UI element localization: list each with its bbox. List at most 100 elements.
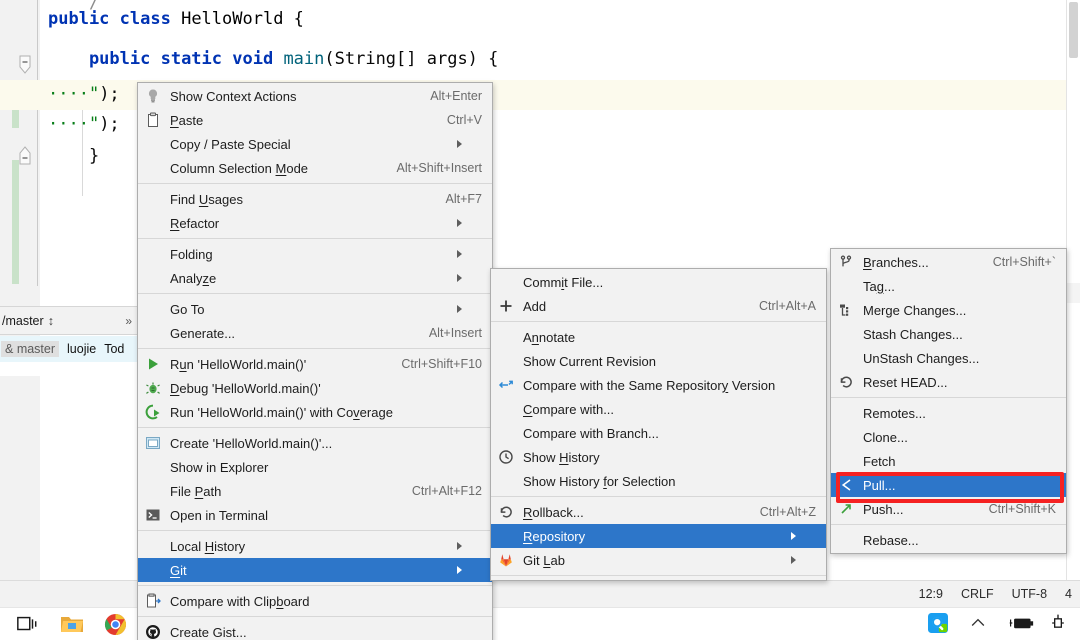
repository-menu-item-fetch[interactable]: Fetch bbox=[831, 449, 1066, 473]
chevron-right-icon bbox=[457, 274, 482, 282]
git-menu-item-annotate[interactable]: Annotate bbox=[491, 325, 826, 349]
context-menu-item-open-in-terminal[interactable]: Open in Terminal bbox=[138, 503, 492, 527]
context-menu-item-refactor[interactable]: Refactor bbox=[138, 211, 492, 235]
git-menu-item-compare-with[interactable]: Compare with... bbox=[491, 397, 826, 421]
context-menu-item-column-selection-mode[interactable]: Column Selection ModeAlt+Shift+Insert bbox=[138, 156, 492, 180]
fold-guide-line bbox=[37, 0, 38, 286]
menu-item-label: Debug 'HelloWorld.main()' bbox=[170, 381, 321, 396]
context-menu-item-folding[interactable]: Folding bbox=[138, 242, 492, 266]
qq-icon[interactable] bbox=[928, 613, 950, 635]
repository-menu-item-stash-changes[interactable]: Stash Changes... bbox=[831, 322, 1066, 346]
marker-strip-divider bbox=[1066, 283, 1080, 303]
context-menu-item-generate[interactable]: Generate...Alt+Insert bbox=[138, 321, 492, 345]
git-menu-item-git-lab[interactable]: Git Lab bbox=[491, 548, 826, 572]
editor-context-menu[interactable]: Show Context ActionsAlt+EnterPasteCtrl+V… bbox=[137, 82, 493, 640]
menu-separator bbox=[138, 530, 492, 531]
context-menu-item-git[interactable]: Git bbox=[138, 558, 492, 582]
menu-item-label: Copy / Paste Special bbox=[170, 137, 291, 152]
repository-menu-item-remotes[interactable]: Remotes... bbox=[831, 401, 1066, 425]
menu-separator bbox=[138, 293, 492, 294]
git-menu-item-repository[interactable]: Repository bbox=[491, 524, 826, 548]
context-menu-item-go-to[interactable]: Go To bbox=[138, 297, 492, 321]
repository-submenu[interactable]: Branches...Ctrl+Shift+`Tag...Merge Chang… bbox=[830, 248, 1067, 554]
context-menu-item-create-helloworld-main[interactable]: Create 'HelloWorld.main()'... bbox=[138, 431, 492, 455]
terminal-icon bbox=[145, 507, 161, 523]
vcs-annotate-row[interactable]: & master luojie Tod bbox=[0, 336, 137, 362]
menu-item-label: Run 'HelloWorld.main()' with Coverage bbox=[170, 405, 393, 420]
plus-icon bbox=[498, 298, 514, 314]
git-submenu[interactable]: Commit File...AddCtrl+Alt+AAnnotateShow … bbox=[490, 268, 827, 581]
line-separator[interactable]: CRLF bbox=[961, 587, 994, 601]
menu-item-label: Folding bbox=[170, 247, 213, 262]
repository-menu-item-unstash-changes[interactable]: UnStash Changes... bbox=[831, 346, 1066, 370]
vcs-branch-widget[interactable]: /master ↕ » bbox=[0, 306, 137, 335]
rollback-icon bbox=[498, 504, 514, 520]
file-explorer-icon[interactable] bbox=[60, 613, 82, 635]
fold-collapse-icon[interactable] bbox=[17, 55, 35, 73]
repository-menu-item-clone[interactable]: Clone... bbox=[831, 425, 1066, 449]
repository-menu-item-branches[interactable]: Branches...Ctrl+Shift+` bbox=[831, 250, 1066, 274]
context-menu-item-debug-helloworld-main[interactable]: Debug 'HelloWorld.main()' bbox=[138, 376, 492, 400]
context-menu-item-find-usages[interactable]: Find UsagesAlt+F7 bbox=[138, 187, 492, 211]
chrome-icon[interactable] bbox=[104, 613, 126, 635]
caret-position[interactable]: 12:9 bbox=[919, 587, 943, 601]
git-menu-item-commit-file[interactable]: Commit File... bbox=[491, 270, 826, 294]
editor-scrollbar-thumb[interactable] bbox=[1069, 2, 1078, 58]
menu-separator bbox=[138, 238, 492, 239]
context-menu-item-create-gist[interactable]: Create Gist... bbox=[138, 620, 492, 640]
gutter-change-marker[interactable] bbox=[12, 160, 19, 284]
fold-expand-icon[interactable] bbox=[17, 146, 35, 164]
git-menu-item-show-history-for-selection[interactable]: Show History for Selection bbox=[491, 469, 826, 493]
context-menu-item-run-helloworld-main[interactable]: Run 'HelloWorld.main()'Ctrl+Shift+F10 bbox=[138, 352, 492, 376]
menu-item-label: Show History bbox=[523, 450, 600, 465]
menu-separator bbox=[491, 575, 826, 576]
repository-menu-item-pull[interactable]: Pull... bbox=[831, 473, 1066, 497]
breadcrumb-overflow-icon[interactable]: » bbox=[125, 314, 131, 328]
code-token: static bbox=[161, 49, 233, 69]
context-menu-item-analyze[interactable]: Analyze bbox=[138, 266, 492, 290]
chevron-up-icon[interactable] bbox=[968, 613, 990, 635]
context-menu-item-show-context-actions[interactable]: Show Context ActionsAlt+Enter bbox=[138, 84, 492, 108]
git-menu-item-compare-with-the-same-repository-v[interactable]: Compare with the Same Repository Version bbox=[491, 373, 826, 397]
menu-item-label: Run 'HelloWorld.main()' bbox=[170, 357, 306, 372]
repository-menu-item-merge-changes[interactable]: Merge Changes... bbox=[831, 298, 1066, 322]
indent-size[interactable]: 4 bbox=[1065, 587, 1072, 601]
compare-clipboard-icon bbox=[145, 593, 161, 609]
git-menu-item-rollback[interactable]: Rollback...Ctrl+Alt+Z bbox=[491, 500, 826, 524]
task-view-icon[interactable] bbox=[16, 613, 38, 635]
menu-item-label: Clone... bbox=[863, 430, 908, 445]
git-menu-item-show-current-revision[interactable]: Show Current Revision bbox=[491, 349, 826, 373]
run-icon bbox=[145, 356, 161, 372]
chevron-right-icon bbox=[457, 140, 482, 148]
chevron-right-icon bbox=[457, 542, 482, 550]
menu-item-label: Local History bbox=[170, 539, 245, 554]
menu-separator bbox=[491, 321, 826, 322]
repository-menu-item-tag[interactable]: Tag... bbox=[831, 274, 1066, 298]
gitlab-icon bbox=[498, 552, 514, 568]
file-encoding[interactable]: UTF-8 bbox=[1012, 587, 1047, 601]
git-menu-item-compare-with-branch[interactable]: Compare with Branch... bbox=[491, 421, 826, 445]
menu-item-label: Compare with... bbox=[523, 402, 614, 417]
context-menu-item-paste[interactable]: PasteCtrl+V bbox=[138, 108, 492, 132]
battery-icon[interactable] bbox=[1008, 613, 1030, 635]
context-menu-item-compare-with-clipboard[interactable]: Compare with Clipboard bbox=[138, 589, 492, 613]
network-icon[interactable] bbox=[1048, 613, 1070, 635]
menu-item-shortcut: Ctrl+Alt+Z bbox=[734, 505, 816, 519]
repository-menu-item-push[interactable]: Push...Ctrl+Shift+K bbox=[831, 497, 1066, 521]
context-menu-item-run-helloworld-main-with-coverage[interactable]: Run 'HelloWorld.main()' with Coverage bbox=[138, 400, 492, 424]
menu-item-label: Analyze bbox=[170, 271, 216, 286]
context-menu-item-copy-paste-special[interactable]: Copy / Paste Special bbox=[138, 132, 492, 156]
merge-icon bbox=[838, 302, 854, 318]
menu-item-label: Fetch bbox=[863, 454, 896, 469]
menu-item-shortcut: Alt+F7 bbox=[420, 192, 482, 206]
context-menu-item-file-path[interactable]: File PathCtrl+Alt+F12 bbox=[138, 479, 492, 503]
repository-menu-item-rebase[interactable]: Rebase... bbox=[831, 528, 1066, 552]
menu-item-label: Remotes... bbox=[863, 406, 926, 421]
context-menu-item-show-in-explorer[interactable]: Show in Explorer bbox=[138, 455, 492, 479]
repository-menu-item-reset-head[interactable]: Reset HEAD... bbox=[831, 370, 1066, 394]
menu-item-shortcut: Alt+Shift+Insert bbox=[371, 161, 482, 175]
git-menu-item-add[interactable]: AddCtrl+Alt+A bbox=[491, 294, 826, 318]
github-icon bbox=[145, 624, 161, 640]
context-menu-item-local-history[interactable]: Local History bbox=[138, 534, 492, 558]
git-menu-item-show-history[interactable]: Show History bbox=[491, 445, 826, 469]
